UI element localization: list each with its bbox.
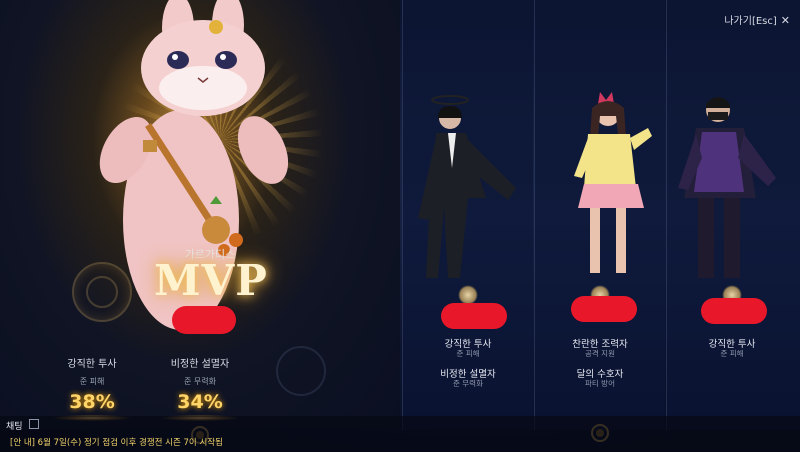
mvp-title: MVP xyxy=(154,256,268,305)
mvp-result-screen: 가르가디스 MVP 강직한 투사 준 피해 38% 비정한 설멸자 준 무력화 … xyxy=(0,0,800,452)
mvp-stat-damage: 강직한 투사 준 피해 38% xyxy=(32,355,152,421)
player-name-redaction xyxy=(701,298,767,324)
character-suit-icon xyxy=(418,95,516,278)
award-subtitle: 준 피해 xyxy=(456,349,480,358)
stat-title: 강직한 투사 xyxy=(67,359,117,370)
stat-title: 비정한 설멸자 xyxy=(170,359,230,370)
chat-message: [안 내] 6월 7일(수) 정기 점검 이후 경쟁전 시즌 7이 시작됩 xyxy=(10,438,223,448)
award-subtitle: 공격 지원 xyxy=(585,349,615,358)
player-name-redaction xyxy=(571,296,637,322)
player-card-2: 찬란한 조력자 공격 지원 달의 수호자 파티 방어 xyxy=(534,0,665,430)
exit-button[interactable]: 나가기[Esc] ✕ xyxy=(724,12,790,27)
award-subtitle-2: 준 무력화 xyxy=(453,379,483,388)
award-subtitle: 준 피해 xyxy=(720,349,744,358)
mvp-panel: 가르가디스 MVP 강직한 투사 준 피해 38% 비정한 설멸자 준 무력화 … xyxy=(0,0,400,444)
player-card-3: 강직한 투사 준 피해 xyxy=(666,0,800,430)
character-uniform-icon xyxy=(574,92,652,273)
stat-subtitle: 준 무력화 xyxy=(184,377,216,386)
stat-percent: 34% xyxy=(177,391,223,413)
player-name-redaction xyxy=(441,303,507,329)
mvp-name-redaction xyxy=(172,306,236,334)
stat-percent: 38% xyxy=(69,391,115,413)
character-jacket-icon xyxy=(678,97,776,278)
award-subtitle-2: 파티 방어 xyxy=(585,379,615,388)
chat-tab[interactable]: 채팅 xyxy=(6,419,23,432)
stat-subtitle: 준 피해 xyxy=(79,377,105,386)
player-card-1: 강직한 투사 준 피해 비정한 설멸자 준 무력화 xyxy=(402,0,533,430)
mvp-stat-stagger: 비정한 설멸자 준 무력화 34% xyxy=(140,355,260,421)
close-icon[interactable]: ✕ xyxy=(781,14,790,27)
mvp-stats: 강직한 투사 준 피해 38% 비정한 설멸자 준 무력화 34% xyxy=(0,355,400,425)
exit-label: 나가기[Esc] xyxy=(724,16,777,27)
class-icon xyxy=(458,285,478,305)
chat-minimize-icon[interactable] xyxy=(29,419,39,429)
